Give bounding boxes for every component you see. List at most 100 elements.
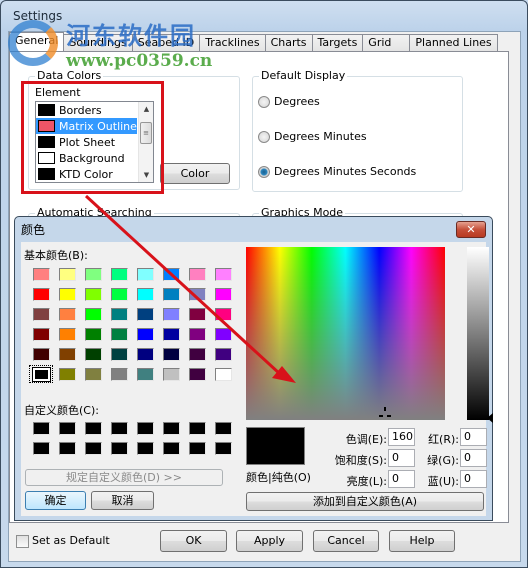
basic-color-swatch[interactable] [106,324,132,344]
basic-color-swatch[interactable] [158,264,184,284]
basic-color-swatch[interactable] [80,264,106,284]
radio-button[interactable] [258,165,270,178]
radio-button[interactable] [258,95,270,108]
basic-color-swatch[interactable] [184,304,210,324]
custom-color-swatch[interactable] [210,418,236,438]
basic-color-swatch[interactable] [54,324,80,344]
basic-color-swatch[interactable] [184,344,210,364]
basic-color-swatch[interactable] [210,284,236,304]
basic-color-swatch[interactable] [54,284,80,304]
basic-color-swatch[interactable] [80,344,106,364]
basic-color-swatch[interactable] [158,284,184,304]
saturation-input[interactable]: 0 [388,449,415,467]
confirm-button[interactable]: 确定 [25,491,86,510]
basic-color-swatch[interactable] [184,284,210,304]
green-input[interactable]: 0 [460,449,487,467]
basic-color-swatch[interactable] [210,344,236,364]
basic-color-swatch[interactable] [158,344,184,364]
cancel-button[interactable]: Cancel [313,530,379,552]
custom-color-swatch[interactable] [28,438,54,458]
luminance-arrow-icon[interactable] [487,413,493,423]
basic-color-swatch[interactable] [184,364,210,384]
swatch-fill [214,267,232,281]
basic-color-swatch[interactable] [54,344,80,364]
basic-color-swatch[interactable] [106,304,132,324]
basic-color-swatch[interactable] [132,344,158,364]
custom-color-swatch[interactable] [80,438,106,458]
custom-color-swatch[interactable] [28,418,54,438]
basic-color-swatch[interactable] [158,304,184,324]
tab-charts[interactable]: Charts [264,34,313,52]
basic-color-swatch[interactable] [28,304,54,324]
basic-color-swatch[interactable] [184,264,210,284]
red-input[interactable]: 0 [460,428,487,446]
custom-color-swatch[interactable] [210,438,236,458]
custom-color-swatch[interactable] [132,418,158,438]
custom-color-swatch[interactable] [158,438,184,458]
basic-color-swatch[interactable] [132,264,158,284]
luminance-input[interactable]: 0 [388,470,415,488]
basic-color-swatch[interactable] [106,284,132,304]
radio-button[interactable] [258,130,270,143]
basic-color-swatch[interactable] [28,364,54,384]
help-button[interactable]: Help [389,530,455,552]
basic-color-swatch[interactable] [210,324,236,344]
basic-color-swatch[interactable] [54,264,80,284]
tab-seabed-id[interactable]: Seabed ID [131,34,201,52]
radio-degrees-minutes[interactable]: Degrees Minutes [258,130,367,143]
custom-color-swatch[interactable] [184,438,210,458]
tab-targets[interactable]: Targets [311,34,364,52]
basic-color-swatch[interactable] [106,364,132,384]
custom-color-swatch[interactable] [184,418,210,438]
tab-general[interactable]: General [9,32,65,52]
apply-button[interactable]: Apply [236,530,303,552]
basic-color-swatch[interactable] [54,304,80,324]
custom-color-swatch[interactable] [80,418,106,438]
basic-color-swatch[interactable] [80,324,106,344]
custom-color-swatch[interactable] [54,418,80,438]
basic-color-swatch[interactable] [132,324,158,344]
hue-input[interactable]: 160 [388,428,415,446]
custom-color-swatch[interactable] [158,418,184,438]
define-custom-colors-button[interactable]: 规定自定义颜色(D) >> [25,469,223,486]
tab-grid[interactable]: Grid [362,34,411,52]
basic-color-swatch[interactable] [210,364,236,384]
basic-color-swatch[interactable] [210,304,236,324]
color-spectrum[interactable] [246,247,445,420]
basic-color-swatch[interactable] [28,284,54,304]
luminance-slider[interactable] [467,247,489,420]
tab-tracklines[interactable]: Tracklines [199,34,266,52]
add-to-custom-colors-button[interactable]: 添加到自定义颜色(A) [246,492,484,511]
basic-color-swatch[interactable] [210,264,236,284]
basic-color-swatch[interactable] [80,304,106,324]
basic-color-swatch[interactable] [132,304,158,324]
basic-color-swatch[interactable] [106,264,132,284]
basic-color-swatch[interactable] [54,364,80,384]
basic-color-swatch[interactable] [132,364,158,384]
set-as-default-checkbox[interactable] [16,535,29,548]
basic-color-swatch[interactable] [106,344,132,364]
color-button[interactable]: Color [160,163,230,184]
basic-color-swatch[interactable] [158,364,184,384]
dialog-cancel-button[interactable]: 取消 [91,491,154,510]
basic-color-swatch[interactable] [80,284,106,304]
spectrum-crosshair[interactable] [379,407,391,419]
custom-color-swatch[interactable] [106,418,132,438]
basic-color-swatch[interactable] [28,264,54,284]
basic-color-swatch[interactable] [184,324,210,344]
custom-color-swatch[interactable] [132,438,158,458]
basic-color-swatch[interactable] [28,324,54,344]
tab-soundings[interactable]: Soundings [63,34,133,52]
radio-degrees-minutes-seconds[interactable]: Degrees Minutes Seconds [258,165,416,178]
radio-degrees[interactable]: Degrees [258,95,320,108]
basic-color-swatch[interactable] [80,364,106,384]
close-icon[interactable]: ✕ [456,221,486,238]
custom-color-swatch[interactable] [54,438,80,458]
basic-color-swatch[interactable] [132,284,158,304]
custom-color-swatch[interactable] [106,438,132,458]
basic-color-swatch[interactable] [28,344,54,364]
blue-input[interactable]: 0 [460,470,487,488]
basic-color-swatch[interactable] [158,324,184,344]
ok-button[interactable]: OK [160,530,227,552]
tab-planned-lines[interactable]: Planned Lines [409,34,498,52]
